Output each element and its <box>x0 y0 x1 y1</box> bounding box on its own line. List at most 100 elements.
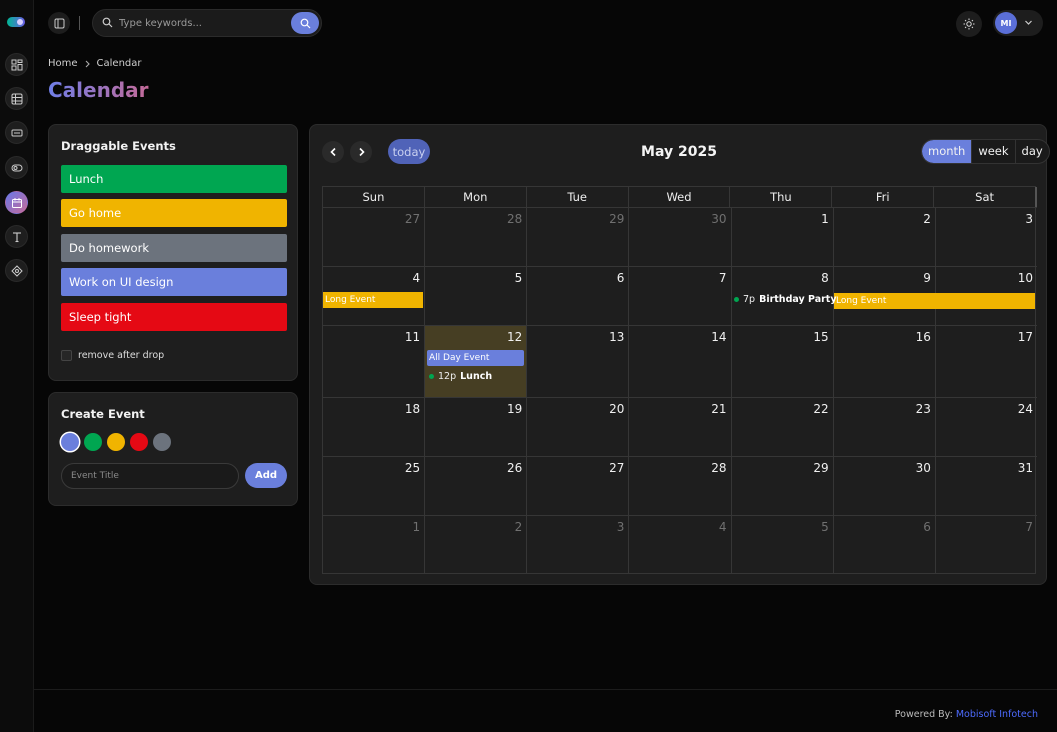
footer-company-link[interactable]: Mobisoft Infotech <box>956 709 1038 720</box>
day-number[interactable]: 19 <box>507 402 522 416</box>
day-cell[interactable]: 25 <box>323 457 426 515</box>
day-cell[interactable]: 5 <box>425 267 528 325</box>
day-cell[interactable]: 7 <box>936 516 1037 574</box>
day-cell[interactable]: 2 <box>425 516 528 574</box>
day-number[interactable]: 29 <box>813 461 828 475</box>
day-number[interactable]: 30 <box>711 212 726 226</box>
draggable-event-lunch[interactable]: Lunch <box>61 165 287 193</box>
day-number[interactable]: 4 <box>719 520 727 534</box>
day-number[interactable]: 14 <box>711 330 726 344</box>
day-cell[interactable]: 24 <box>936 398 1037 456</box>
day-cell[interactable]: 6 <box>527 267 630 325</box>
day-cell[interactable]: 26 <box>425 457 528 515</box>
day-cell[interactable]: 3 <box>936 208 1037 266</box>
toggle-icon[interactable] <box>5 156 28 179</box>
day-number[interactable]: 15 <box>813 330 828 344</box>
day-number[interactable]: 6 <box>617 271 625 285</box>
day-cell[interactable]: 16 <box>834 326 936 397</box>
day-cell[interactable]: 23 <box>834 398 936 456</box>
draggable-event-do-homework[interactable]: Do homework <box>61 234 287 262</box>
day-number[interactable]: 3 <box>1025 212 1033 226</box>
day-number[interactable]: 25 <box>405 461 420 475</box>
day-number[interactable]: 21 <box>711 402 726 416</box>
event-long-event-continued[interactable]: Long Event <box>323 292 423 308</box>
dashboard-icon[interactable] <box>5 53 28 76</box>
day-number[interactable]: 11 <box>405 330 420 344</box>
view-month-button[interactable]: month <box>922 140 972 163</box>
day-cell[interactable]: 2 <box>834 208 936 266</box>
day-number[interactable]: 26 <box>507 461 522 475</box>
color-swatch-red[interactable] <box>130 433 148 451</box>
day-number[interactable]: 9 <box>923 271 931 285</box>
day-cell[interactable]: 21 <box>629 398 732 456</box>
sidebar-toggle-icon[interactable] <box>48 12 70 34</box>
view-week-button[interactable]: week <box>971 140 1014 163</box>
table-icon[interactable] <box>5 87 28 110</box>
add-event-button[interactable]: Add <box>245 463 287 488</box>
day-number[interactable]: 12 <box>507 330 522 344</box>
day-number[interactable]: 1 <box>821 212 829 226</box>
day-number[interactable]: 6 <box>923 520 931 534</box>
day-number[interactable]: 7 <box>719 271 727 285</box>
day-cell[interactable]: 4 <box>629 516 732 574</box>
day-cell[interactable]: 30 <box>629 208 732 266</box>
day-cell[interactable]: 7 <box>629 267 732 325</box>
draggable-event-ui-design[interactable]: Work on UI design <box>61 268 287 296</box>
day-number[interactable]: 10 <box>1018 271 1033 285</box>
day-number[interactable]: 2 <box>923 212 931 226</box>
event-long-event[interactable]: Long Event <box>834 293 1035 309</box>
day-number[interactable]: 22 <box>813 402 828 416</box>
calendar-icon[interactable] <box>5 191 28 214</box>
day-cell[interactable]: 6 <box>834 516 936 574</box>
day-cell[interactable]: 1 <box>323 516 426 574</box>
day-cell[interactable]: 22 <box>732 398 834 456</box>
day-cell[interactable]: 3 <box>527 516 630 574</box>
event-all-day[interactable]: All Day Event <box>427 350 524 366</box>
day-number[interactable]: 7 <box>1025 520 1033 534</box>
day-cell[interactable]: 27 <box>527 457 630 515</box>
day-cell[interactable]: 13 <box>527 326 630 397</box>
day-cell[interactable]: 1 <box>732 208 834 266</box>
day-number[interactable]: 4 <box>413 271 421 285</box>
day-cell[interactable]: 5 <box>732 516 834 574</box>
day-number[interactable]: 5 <box>821 520 829 534</box>
day-cell[interactable]: 29 <box>732 457 834 515</box>
day-cell[interactable]: 27 <box>323 208 426 266</box>
day-number[interactable]: 17 <box>1018 330 1033 344</box>
day-number[interactable]: 3 <box>617 520 625 534</box>
day-cell[interactable]: 15 <box>732 326 834 397</box>
day-number[interactable]: 27 <box>609 461 624 475</box>
breadcrumb-home[interactable]: Home <box>48 58 78 69</box>
color-swatch-yellow[interactable] <box>107 433 125 451</box>
theme-toggle-button[interactable] <box>956 11 982 37</box>
remove-after-drop-checkbox[interactable] <box>61 350 72 361</box>
day-cell[interactable]: 11 <box>323 326 426 397</box>
day-cell[interactable]: 18 <box>323 398 426 456</box>
day-cell[interactable]: 28 <box>629 457 732 515</box>
draggable-event-sleep-tight[interactable]: Sleep tight <box>61 303 287 331</box>
day-number[interactable]: 28 <box>507 212 522 226</box>
day-number[interactable]: 5 <box>515 271 523 285</box>
color-swatch-gray[interactable] <box>153 433 171 451</box>
day-cell[interactable]: 20 <box>527 398 630 456</box>
day-number[interactable]: 20 <box>609 402 624 416</box>
user-menu[interactable]: MI <box>993 10 1043 36</box>
day-cell[interactable]: 29 <box>527 208 630 266</box>
day-number[interactable]: 16 <box>916 330 931 344</box>
day-number[interactable]: 1 <box>413 520 421 534</box>
color-swatch-blue[interactable] <box>61 433 79 451</box>
day-number[interactable]: 13 <box>609 330 624 344</box>
app-logo[interactable] <box>7 17 25 27</box>
day-number[interactable]: 30 <box>916 461 931 475</box>
day-number[interactable]: 8 <box>821 271 829 285</box>
typography-icon[interactable] <box>5 225 28 248</box>
day-number[interactable]: 24 <box>1018 402 1033 416</box>
draggable-event-go-home[interactable]: Go home <box>61 199 287 227</box>
event-lunch[interactable]: 12p Lunch <box>429 371 492 382</box>
components-icon[interactable] <box>5 259 28 282</box>
search-button[interactable] <box>291 12 319 34</box>
day-number[interactable]: 27 <box>405 212 420 226</box>
event-birthday-party[interactable]: 7p Birthday Party <box>734 294 837 305</box>
day-cell[interactable]: 31 <box>936 457 1037 515</box>
day-cell[interactable]: 17 <box>936 326 1037 397</box>
